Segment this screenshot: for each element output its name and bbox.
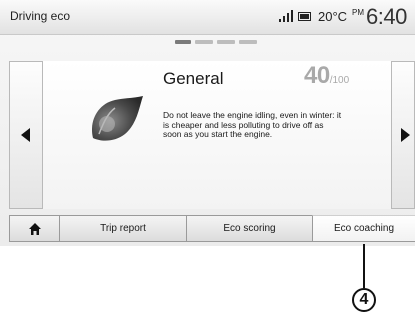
time-ampm: PM xyxy=(352,8,364,17)
chevron-right-icon xyxy=(401,128,410,142)
previous-page-button[interactable] xyxy=(9,61,43,209)
tab-eco-coaching[interactable]: Eco coaching xyxy=(312,215,415,242)
next-page-button[interactable] xyxy=(391,61,415,209)
eco-leaf-icon xyxy=(91,96,143,141)
display-screen: Driving eco 20°C PM 6:40 General 40/100 … xyxy=(0,0,415,246)
home-icon xyxy=(28,222,41,235)
clock: 6:40 xyxy=(366,4,407,29)
coaching-tip-text: Do not leave the engine idling, even in … xyxy=(163,110,342,140)
page-dot xyxy=(195,40,213,44)
score-total: /100 xyxy=(329,75,350,86)
app-title: Driving eco xyxy=(10,9,71,23)
tab-bar: Trip report Eco scoring Eco coaching xyxy=(9,215,415,242)
page-indicator xyxy=(175,40,257,44)
coaching-card: General 40/100 Do not leave the engine i… xyxy=(43,61,391,209)
callout-number: 4 xyxy=(352,288,376,312)
score-value: 40 xyxy=(304,62,330,89)
page-dot xyxy=(217,40,235,44)
page-dot xyxy=(175,40,191,44)
tab-home[interactable] xyxy=(9,215,59,242)
signal-icon xyxy=(279,10,293,22)
phone-battery-icon xyxy=(298,12,311,21)
page-dot xyxy=(239,40,257,44)
status-bar: Driving eco 20°C PM 6:40 xyxy=(0,0,415,35)
tab-trip-report[interactable]: Trip report xyxy=(59,215,186,242)
tab-eco-scoring[interactable]: Eco scoring xyxy=(186,215,312,242)
eco-score: 40/100 xyxy=(304,62,349,90)
outside-temperature: 20°C xyxy=(318,9,348,24)
card-title: General xyxy=(163,69,224,88)
chevron-left-icon xyxy=(21,128,30,142)
callout-line xyxy=(363,244,365,288)
